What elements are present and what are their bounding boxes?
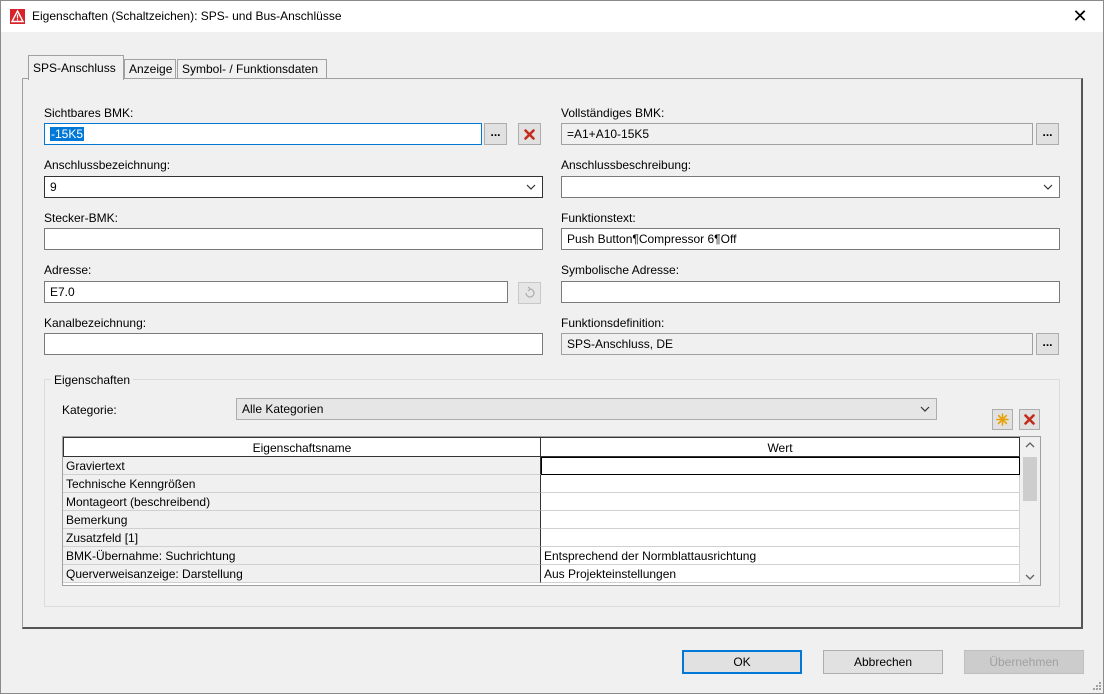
property-value[interactable]: Entsprechend der Normblattausrichtung bbox=[541, 547, 1020, 565]
app-warning-icon bbox=[10, 9, 25, 24]
stecker-bmk-label: Stecker-BMK: bbox=[44, 211, 119, 225]
table-row[interactable]: Montageort (beschreibend) bbox=[63, 493, 1020, 511]
table-row[interactable]: Technische Kenngrößen bbox=[63, 475, 1020, 493]
close-button[interactable]: ✕ bbox=[1057, 1, 1103, 32]
funktionstext-label: Funktionstext: bbox=[561, 211, 636, 225]
property-value[interactable] bbox=[541, 511, 1020, 529]
delete-property-button[interactable] bbox=[1019, 409, 1040, 430]
kategorie-combo[interactable]: Alle Kategorien bbox=[236, 398, 937, 420]
scroll-up-icon[interactable] bbox=[1024, 440, 1036, 450]
tab-label: SPS-Anschluss bbox=[33, 61, 116, 75]
property-name: Zusatzfeld [1] bbox=[63, 529, 541, 547]
adresse-label: Adresse: bbox=[44, 263, 92, 277]
apply-button[interactable]: Übernehmen bbox=[964, 650, 1084, 674]
funktionsdefinition-field: SPS-Anschluss, DE bbox=[561, 333, 1033, 355]
property-name: Montageort (beschreibend) bbox=[63, 493, 541, 511]
new-property-button[interactable] bbox=[992, 409, 1013, 430]
kanalbezeichnung-input[interactable] bbox=[44, 333, 543, 355]
symbolische-adresse-label: Symbolische Adresse: bbox=[561, 263, 680, 277]
chevron-down-icon bbox=[920, 406, 930, 412]
tab-label: Symbol- / Funktionsdaten bbox=[182, 62, 319, 76]
property-value[interactable] bbox=[541, 493, 1020, 511]
grid-scrollbar[interactable] bbox=[1020, 437, 1040, 585]
grid-header: Eigenschaftsname Wert bbox=[63, 437, 1020, 457]
star-new-icon bbox=[996, 413, 1009, 426]
window-title: Eigenschaften (Schaltzeichen): SPS- und … bbox=[32, 9, 342, 23]
delete-icon bbox=[524, 128, 535, 140]
symbolische-adresse-input[interactable] bbox=[561, 281, 1060, 303]
property-name: BMK-Übernahme: Suchrichtung bbox=[63, 547, 541, 565]
properties-grid: Eigenschaftsname Wert Graviertext Techni… bbox=[62, 436, 1041, 586]
vollstaendiges-bmk-label: Vollständiges BMK: bbox=[561, 106, 665, 120]
funktionsdefinition-value: SPS-Anschluss, DE bbox=[567, 337, 674, 351]
tab-sps-anschluss[interactable]: SPS-Anschluss bbox=[28, 55, 124, 80]
kanalbezeichnung-label: Kanalbezeichnung: bbox=[44, 316, 147, 330]
chevron-down-icon bbox=[1043, 184, 1053, 190]
property-value[interactable] bbox=[541, 475, 1020, 493]
adresse-input[interactable]: E7.0 bbox=[44, 281, 508, 303]
funktionsdefinition-label: Funktionsdefinition: bbox=[561, 316, 665, 330]
vollstaendiges-bmk-more-button[interactable]: ... bbox=[1036, 123, 1059, 145]
delete-icon bbox=[1024, 414, 1035, 425]
property-value[interactable]: Aus Projekteinstellungen bbox=[541, 565, 1020, 583]
eigenschaften-group-label: Eigenschaften bbox=[51, 373, 134, 387]
stecker-bmk-input[interactable] bbox=[44, 228, 543, 250]
table-row[interactable]: Querverweisanzeige: Darstellung Aus Proj… bbox=[63, 565, 1020, 583]
ok-button[interactable]: OK bbox=[682, 650, 802, 674]
scroll-down-icon[interactable] bbox=[1024, 572, 1036, 582]
anschlussbezeichnung-label: Anschlussbezeichnung: bbox=[44, 158, 171, 172]
property-value[interactable] bbox=[541, 457, 1020, 475]
tab-symbol-funktionsdaten[interactable]: Symbol- / Funktionsdaten bbox=[177, 59, 327, 79]
vollstaendiges-bmk-value: =A1+A10-15K5 bbox=[567, 127, 650, 141]
property-name: Querverweisanzeige: Darstellung bbox=[63, 565, 541, 583]
property-name: Technische Kenngrößen bbox=[63, 475, 541, 493]
tab-anzeige[interactable]: Anzeige bbox=[124, 59, 176, 79]
sichtbares-bmk-value: -15K5 bbox=[50, 127, 85, 141]
funktionstext-value: Push Button¶Compressor 6¶Off bbox=[567, 232, 737, 246]
sichtbares-bmk-more-button[interactable]: ... bbox=[484, 123, 507, 145]
kategorie-value: Alle Kategorien bbox=[242, 402, 324, 416]
funktionstext-input[interactable]: Push Button¶Compressor 6¶Off bbox=[561, 228, 1060, 250]
vollstaendiges-bmk-field: =A1+A10-15K5 bbox=[561, 123, 1033, 145]
sichtbares-bmk-label: Sichtbares BMK: bbox=[44, 106, 134, 120]
funktionsdefinition-more-button[interactable]: ... bbox=[1036, 333, 1059, 355]
title-bar: Eigenschaften (Schaltzeichen): SPS- und … bbox=[1, 1, 1103, 32]
property-name: Bemerkung bbox=[63, 511, 541, 529]
sichtbares-bmk-clear-button[interactable] bbox=[518, 123, 541, 145]
chevron-down-icon bbox=[526, 184, 536, 190]
kategorie-label: Kategorie: bbox=[62, 403, 117, 417]
sichtbares-bmk-input[interactable]: -15K5 bbox=[44, 123, 482, 145]
anschlussbezeichnung-combo[interactable]: 9 bbox=[44, 176, 543, 198]
resize-grip-icon[interactable] bbox=[1090, 681, 1102, 693]
property-name: Graviertext bbox=[63, 457, 541, 475]
properties-dialog: Eigenschaften (Schaltzeichen): SPS- und … bbox=[0, 0, 1104, 694]
adresse-value: E7.0 bbox=[50, 285, 75, 299]
table-row[interactable]: Bemerkung bbox=[63, 511, 1020, 529]
refresh-address-icon bbox=[518, 282, 541, 304]
anschlussbeschreibung-label: Anschlussbeschreibung: bbox=[561, 158, 692, 172]
anschlussbeschreibung-combo[interactable] bbox=[561, 176, 1060, 198]
table-row[interactable]: BMK-Übernahme: Suchrichtung Entsprechend… bbox=[63, 547, 1020, 565]
close-icon: ✕ bbox=[1072, 6, 1088, 26]
property-value[interactable] bbox=[541, 529, 1020, 547]
tab-label: Anzeige bbox=[129, 62, 173, 76]
table-row[interactable]: Graviertext bbox=[63, 457, 1020, 475]
anschlussbezeichnung-value: 9 bbox=[50, 180, 57, 194]
cancel-button[interactable]: Abbrechen bbox=[823, 650, 943, 674]
table-row[interactable]: Zusatzfeld [1] bbox=[63, 529, 1020, 547]
scroll-thumb[interactable] bbox=[1023, 457, 1037, 501]
column-header-name[interactable]: Eigenschaftsname bbox=[63, 437, 541, 457]
column-header-value[interactable]: Wert bbox=[540, 437, 1020, 457]
